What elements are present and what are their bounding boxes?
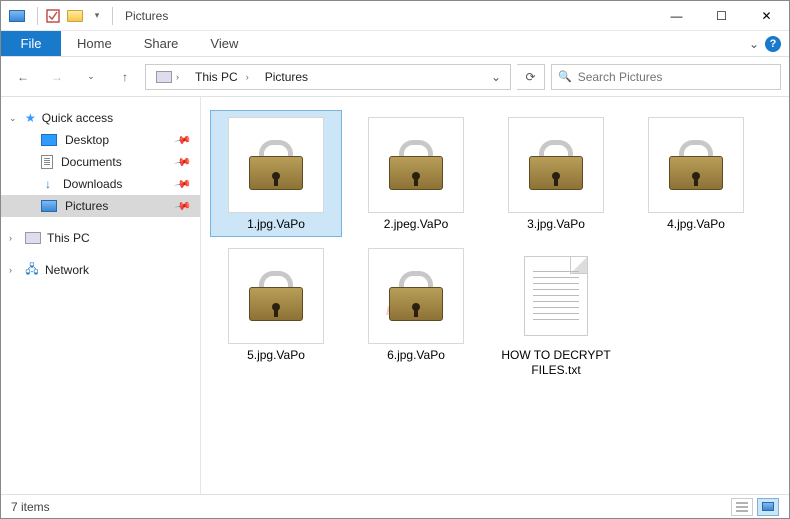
file-name: 2.jpeg.VaPo bbox=[384, 217, 449, 232]
star-icon: ★ bbox=[25, 111, 36, 125]
lock-icon bbox=[508, 117, 604, 213]
help-icon[interactable]: ? bbox=[765, 36, 781, 52]
icons-view-button[interactable] bbox=[757, 498, 779, 516]
lock-icon bbox=[368, 248, 464, 344]
search-icon: 🔍 bbox=[558, 70, 572, 83]
tab-home[interactable]: Home bbox=[61, 31, 128, 56]
file-name: 5.jpg.VaPo bbox=[247, 348, 305, 363]
details-view-button[interactable] bbox=[731, 498, 753, 516]
back-button[interactable]: ← bbox=[9, 63, 37, 91]
item-count: 7 items bbox=[11, 500, 50, 514]
qat-dropdown-icon[interactable]: ▾ bbox=[86, 5, 108, 27]
recent-locations-button[interactable]: ⌄ bbox=[77, 63, 105, 91]
lock-icon bbox=[228, 117, 324, 213]
nav-quick-access[interactable]: ⌄ ★ Quick access bbox=[1, 107, 200, 129]
file-item[interactable]: 3.jpg.VaPo bbox=[491, 111, 621, 236]
sidebar-item-pictures[interactable]: Pictures 📌 bbox=[1, 195, 200, 217]
pictures-icon bbox=[41, 200, 57, 212]
status-bar: 7 items bbox=[1, 494, 789, 518]
lock-icon bbox=[648, 117, 744, 213]
pc-icon bbox=[25, 232, 41, 244]
pin-icon: 📌 bbox=[174, 131, 193, 150]
pin-icon: 📌 bbox=[174, 197, 193, 216]
maximize-button[interactable]: ☐ bbox=[699, 1, 744, 30]
tab-view[interactable]: View bbox=[194, 31, 254, 56]
file-list[interactable]: 1.jpg.VaPo 2.jpeg.VaPo 3.jpg.VaPo 4.jpg.VaP… bbox=[201, 97, 789, 494]
navigation-pane: ⌄ ★ Quick access Desktop 📌 Documents 📌 ↓… bbox=[1, 97, 201, 494]
file-name: HOW TO DECRYPT FILES.txt bbox=[496, 348, 616, 378]
tab-share[interactable]: Share bbox=[128, 31, 195, 56]
sidebar-item-downloads[interactable]: ↓ Downloads 📌 bbox=[1, 173, 200, 195]
breadcrumb-pictures[interactable]: Pictures bbox=[259, 68, 314, 86]
qat-properties-icon[interactable] bbox=[42, 5, 64, 27]
file-item[interactable]: HOW TO DECRYPT FILES.txt bbox=[491, 242, 621, 382]
sidebar-item-documents[interactable]: Documents 📌 bbox=[1, 151, 200, 173]
app-icon bbox=[7, 6, 27, 26]
download-icon: ↓ bbox=[41, 177, 55, 191]
search-input[interactable] bbox=[578, 70, 774, 84]
file-name: 4.jpg.VaPo bbox=[667, 217, 725, 232]
ribbon-tabs: File Home Share View ⌄ ? bbox=[1, 31, 789, 57]
file-name: 6.jpg.VaPo bbox=[387, 348, 445, 363]
document-icon bbox=[41, 155, 53, 169]
file-name: 3.jpg.VaPo bbox=[527, 217, 585, 232]
desktop-icon bbox=[41, 134, 57, 146]
qat-newfolder-icon[interactable] bbox=[64, 5, 86, 27]
file-name: 1.jpg.VaPo bbox=[247, 217, 305, 232]
textfile-icon bbox=[508, 248, 604, 344]
lock-icon bbox=[228, 248, 324, 344]
lock-icon bbox=[368, 117, 464, 213]
tab-file[interactable]: File bbox=[1, 31, 61, 56]
breadcrumb-root-icon[interactable]: › bbox=[150, 69, 185, 85]
file-item[interactable]: 5.jpg.VaPo bbox=[211, 242, 341, 382]
address-bar-row: ← → ⌄ ↑ › This PC› Pictures ⌄ ⟳ 🔍 bbox=[1, 57, 789, 97]
minimize-button[interactable]: — bbox=[654, 1, 699, 30]
sidebar-item-desktop[interactable]: Desktop 📌 bbox=[1, 129, 200, 151]
refresh-button[interactable]: ⟳ bbox=[517, 64, 545, 90]
search-box[interactable]: 🔍 bbox=[551, 64, 781, 90]
breadcrumb[interactable]: › This PC› Pictures ⌄ bbox=[145, 64, 511, 90]
title-bar: ▾ Pictures — ☐ ✕ bbox=[1, 1, 789, 31]
pin-icon: 📌 bbox=[174, 153, 193, 172]
ribbon-expand-icon[interactable]: ⌄ bbox=[749, 37, 759, 51]
network-icon: 🖧 bbox=[25, 263, 39, 277]
close-button[interactable]: ✕ bbox=[744, 1, 789, 30]
forward-button[interactable]: → bbox=[43, 63, 71, 91]
file-item[interactable]: 2.jpeg.VaPo bbox=[351, 111, 481, 236]
file-item[interactable]: 1.jpg.VaPo bbox=[211, 111, 341, 236]
window-title: Pictures bbox=[125, 9, 168, 23]
file-item[interactable]: 4.jpg.VaPo bbox=[631, 111, 761, 236]
file-item[interactable]: 6.jpg.VaPo bbox=[351, 242, 481, 382]
breadcrumb-this-pc[interactable]: This PC› bbox=[189, 68, 255, 86]
up-button[interactable]: ↑ bbox=[111, 63, 139, 91]
nav-network[interactable]: › 🖧 Network bbox=[1, 259, 200, 281]
breadcrumb-dropdown-icon[interactable]: ⌄ bbox=[486, 70, 506, 84]
nav-this-pc[interactable]: › This PC bbox=[1, 227, 200, 249]
pin-icon: 📌 bbox=[174, 175, 193, 194]
